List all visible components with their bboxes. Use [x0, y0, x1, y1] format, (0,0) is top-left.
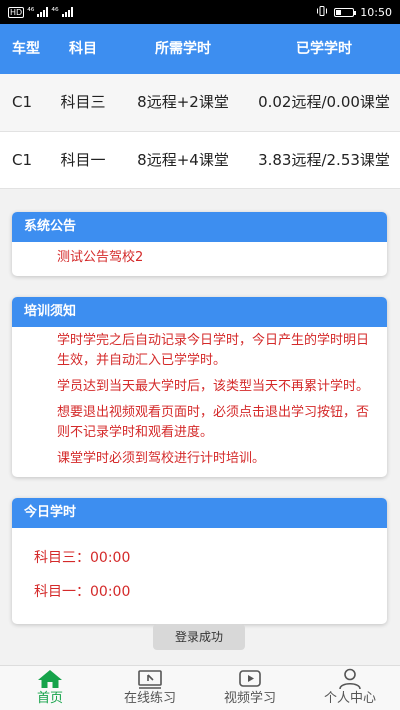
clock: 10:50 — [360, 5, 392, 19]
notice-item: 学员达到当天最大学时后，该类型当天不再累计学时。 — [57, 379, 370, 394]
status-bar: HD ⁴⁶ ⁴⁶ 10:50 — [0, 0, 400, 24]
notice-item: 学时学完之后自动记录今日学时，今日产生的学时明日生效，并自动汇入已学学时。 — [57, 333, 370, 368]
video-play-icon — [235, 667, 265, 691]
cell-required-hours: 8远程+2课堂 — [118, 74, 248, 132]
tab-personal-center[interactable]: 个人中心 — [300, 666, 400, 710]
tab-personal-center-label: 个人中心 — [323, 691, 376, 706]
cell-subject: 科目一 — [48, 131, 118, 189]
today-value: 00:00 — [90, 584, 131, 600]
column-header-vehicle-type: 车型 — [0, 24, 48, 74]
monitor-cursor-icon — [135, 667, 165, 691]
notice-item: 课堂学时必须到驾校进行计时培训。 — [57, 451, 266, 466]
today-label: 科目一： — [34, 584, 90, 600]
tab-video-learning[interactable]: 视频学习 — [200, 666, 300, 710]
user-icon — [335, 667, 365, 691]
announcement-card: 系统公告 测试公告驾校2 — [12, 212, 387, 276]
today-value: 00:00 — [90, 550, 131, 566]
cell-subject: 科目三 — [48, 74, 118, 132]
notice-title: 培训须知 — [12, 297, 387, 327]
tab-video-learning-label: 视频学习 — [223, 691, 276, 706]
announcement-title: 系统公告 — [12, 212, 387, 242]
cell-vehicle-type: C1 — [0, 74, 48, 132]
today-hours-title: 今日学时 — [12, 498, 387, 528]
status-left: HD ⁴⁶ ⁴⁶ — [8, 6, 73, 18]
login-success-toast: 登录成功 — [153, 624, 245, 650]
announcement-item[interactable]: 测试公告驾校2 — [57, 248, 375, 268]
column-header-subject: 科目 — [48, 24, 118, 74]
vibrate-icon — [316, 5, 328, 19]
tab-home[interactable]: 首页 — [0, 666, 100, 710]
column-header-completed-hours: 已学学时 — [248, 24, 400, 74]
tab-online-practice-label: 在线练习 — [123, 691, 176, 706]
today-label: 科目三： — [34, 550, 90, 566]
cell-completed-hours: 0.02远程/0.00课堂 — [248, 74, 400, 132]
cell-vehicle-type: C1 — [0, 131, 48, 189]
network-type-1: ⁴⁶ — [27, 7, 35, 17]
cell-required-hours: 8远程+4课堂 — [118, 131, 248, 189]
network-type-2: ⁴⁶ — [51, 7, 59, 17]
hd-badge: HD — [8, 6, 25, 18]
column-header-required-hours: 所需学时 — [118, 24, 248, 74]
table-header-row: 车型 科目 所需学时 已学学时 — [0, 24, 400, 74]
tab-home-label: 首页 — [36, 691, 63, 706]
status-right: 10:50 — [316, 5, 392, 19]
today-hours-card: 今日学时 科目三：00:00 科目一：00:00 — [12, 498, 387, 624]
today-row-subject-1: 科目一：00:00 — [34, 582, 365, 602]
home-icon — [35, 667, 65, 691]
signal-icon — [37, 7, 49, 17]
notice-item: 想要退出视频观看页面时，必须点击退出学习按钮，否则不记录学时和观看进度。 — [57, 405, 370, 440]
battery-icon — [334, 7, 357, 17]
table-row: C1 科目一 8远程+4课堂 3.83远程/2.53课堂 — [0, 131, 400, 189]
tab-online-practice[interactable]: 在线练习 — [100, 666, 200, 710]
notice-card: 培训须知 学时学完之后自动记录今日学时，今日产生的学时明日生效，并自动汇入已学学… — [12, 297, 387, 477]
signal-icon-2 — [61, 7, 73, 17]
today-row-subject-3: 科目三：00:00 — [34, 548, 365, 568]
bottom-tab-bar: 首页 在线练习 视频学习 个人中心 — [0, 665, 400, 710]
cell-completed-hours: 3.83远程/2.53课堂 — [248, 131, 400, 189]
table-row: C1 科目三 8远程+2课堂 0.02远程/0.00课堂 — [0, 74, 400, 132]
hours-table: 车型 科目 所需学时 已学学时 C1 科目三 8远程+2课堂 0.02远程/0.… — [0, 24, 400, 189]
